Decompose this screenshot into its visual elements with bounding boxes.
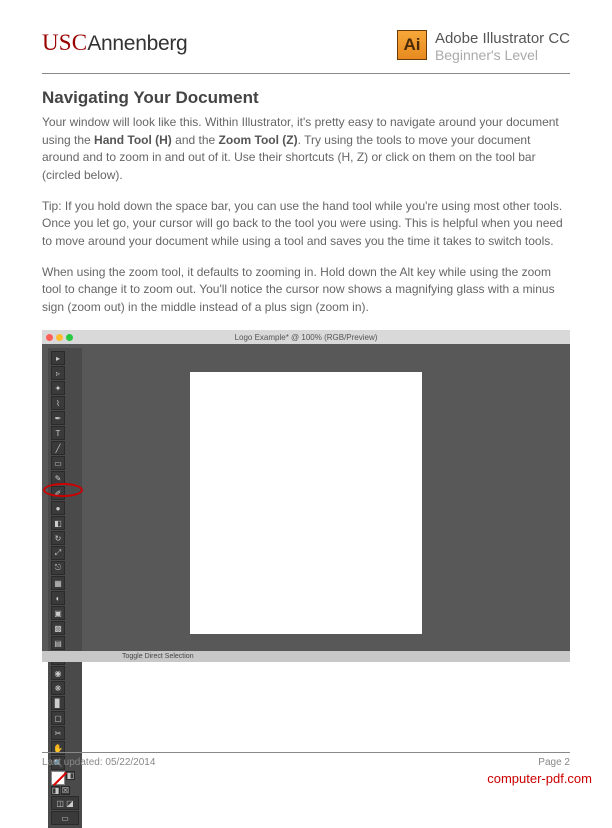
mesh-tool-icon: ▩ [51,621,65,635]
logo-usc-text: USC [42,30,87,55]
lasso-tool-icon: ⌇ [51,396,65,410]
hand-tool-bold: Hand Tool (H) [94,133,172,147]
page-number: Page 2 [538,757,570,768]
paintbrush-tool-icon: ✎ [51,471,65,485]
eraser-tool-icon: ◧ [51,516,65,530]
section-heading: Navigating Your Document [42,88,570,108]
usc-annenberg-logo: USCAnnenberg [42,30,187,56]
slice-tool-icon: ✂ [51,726,65,740]
width-tool-icon: ⎋ [51,561,65,575]
artboard-canvas [190,372,422,634]
graph-tool-icon: ▊ [51,696,65,710]
logo-annenberg-text: Annenberg [87,32,187,55]
rotate-tool-icon: ↻ [51,531,65,545]
type-tool-icon: T [51,426,65,440]
doc-title: Adobe Illustrator CC [435,30,570,47]
page-footer: Last updated: 05/22/2014 Page 2 [42,752,570,768]
perspective-tool-icon: ▣ [51,606,65,620]
header-title-block: Adobe Illustrator CC Beginner's Level [435,30,570,63]
watermark-text: computer-pdf.com [487,771,592,786]
zoom-tool-bold: Zoom Tool (Z) [219,133,298,147]
artboard-tool-icon: ▢ [51,711,65,725]
scale-tool-icon: ⤢ [51,546,65,560]
paragraph-3: When using the zoom tool, it defaults to… [42,264,570,316]
magic-wand-tool-icon: ✦ [51,381,65,395]
traffic-lights [46,334,73,341]
status-text: Toggle Direct Selection [122,653,194,660]
direct-selection-tool-icon: ▹ [51,366,65,380]
color-mode-icon: ◧ [66,771,75,780]
last-updated: Last updated: 05/22/2014 [42,757,155,768]
page-header: USCAnnenberg Ai Adobe Illustrator CC Beg… [42,30,570,74]
blob-brush-tool-icon: ● [51,501,65,515]
pencil-tool-icon: ✐ [51,486,65,500]
gradient-tool-icon: ▤ [51,636,65,650]
pen-tool-icon: ✒ [51,411,65,425]
blend-tool-icon: ◉ [51,666,65,680]
illustrator-app-icon: Ai [397,30,427,60]
paragraph-2: Tip: If you hold down the space bar, you… [42,198,570,250]
close-icon [46,334,53,341]
rectangle-tool-icon: ▭ [51,456,65,470]
doc-subtitle: Beginner's Level [435,47,570,63]
none-mode-icon: ☒ [61,786,70,795]
illustrator-screenshot: Logo Example* @ 100% (RGB/Preview) ▸ ▹ ✦… [42,330,570,662]
window-title: Logo Example* @ 100% (RGB/Preview) [235,333,378,342]
symbol-sprayer-tool-icon: ❋ [51,681,65,695]
paragraph-1: Your window will look like this. Within … [42,114,570,184]
status-bar: Toggle Direct Selection [42,651,570,662]
window-titlebar: Logo Example* @ 100% (RGB/Preview) [42,330,570,344]
draw-mode-icon: ◫ ◪ [51,796,79,810]
fill-swatch-icon [51,771,65,785]
shape-builder-tool-icon: ◐ [51,591,65,605]
free-transform-tool-icon: ▦ [51,576,65,590]
header-right: Ai Adobe Illustrator CC Beginner's Level [397,30,570,63]
gradient-mode-icon: ◨ [51,786,60,795]
minimize-icon [56,334,63,341]
screen-mode-icon: ▭ [51,811,79,825]
line-tool-icon: ╱ [51,441,65,455]
selection-tool-icon: ▸ [51,351,65,365]
zoom-window-icon [66,334,73,341]
